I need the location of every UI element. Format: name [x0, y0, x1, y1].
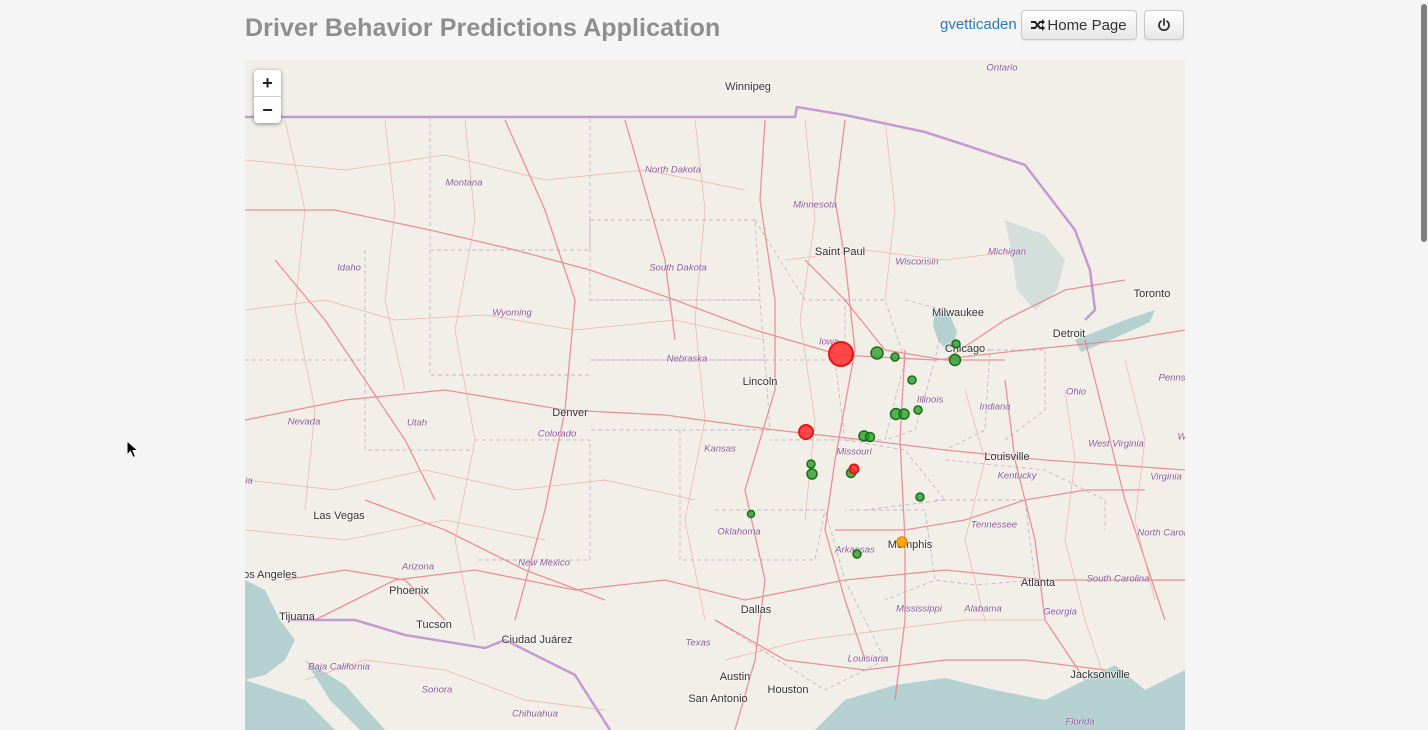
green-event-marker[interactable] [806, 468, 818, 480]
shuffle-icon [1031, 19, 1046, 31]
map-view[interactable]: + − Winnipeg Saint Paul Milwaukee Chicag… [245, 60, 1185, 730]
home-page-button[interactable]: Home Page [1021, 10, 1137, 40]
green-event-marker[interactable] [951, 339, 961, 349]
green-event-marker[interactable] [852, 549, 862, 559]
green-event-marker[interactable] [864, 431, 876, 443]
green-event-marker[interactable] [890, 352, 900, 362]
green-event-marker[interactable] [806, 459, 816, 469]
green-event-marker[interactable] [948, 353, 962, 367]
scrollbar-thumb[interactable] [1421, 4, 1427, 242]
page-title: Driver Behavior Predictions Application [245, 14, 721, 42]
green-event-marker[interactable] [746, 509, 756, 519]
page-scrollbar[interactable] [1420, 0, 1428, 730]
green-event-marker[interactable] [913, 405, 923, 415]
logout-button[interactable] [1144, 10, 1184, 40]
red-event-marker[interactable] [828, 341, 854, 367]
user-link[interactable]: gvetticaden [940, 16, 1017, 33]
green-event-marker[interactable] [898, 408, 910, 420]
mouse-cursor-icon [126, 440, 140, 459]
orange-event-marker[interactable] [896, 536, 908, 548]
green-event-marker[interactable] [907, 375, 917, 385]
event-markers [746, 339, 962, 559]
red-event-marker[interactable] [798, 424, 814, 440]
power-icon [1158, 18, 1170, 32]
home-page-label: Home Page [1047, 16, 1127, 34]
red-event-marker[interactable] [848, 463, 860, 475]
green-event-marker[interactable] [915, 492, 925, 502]
green-event-marker[interactable] [870, 346, 884, 360]
